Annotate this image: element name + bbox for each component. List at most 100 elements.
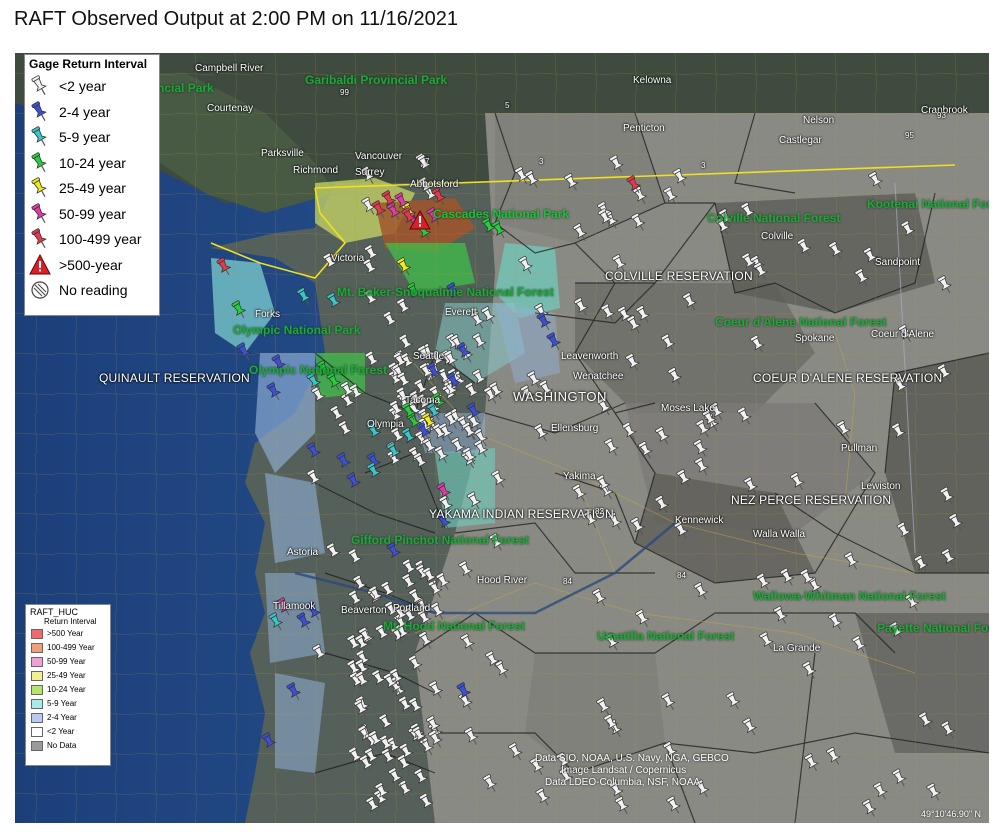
pushpin-icon[interactable] bbox=[311, 643, 329, 664]
pushpin-icon[interactable] bbox=[413, 768, 431, 789]
pushpin-icon[interactable] bbox=[614, 796, 632, 817]
pushpin-icon[interactable] bbox=[660, 333, 678, 354]
pushpin-icon[interactable] bbox=[382, 310, 400, 331]
pushpin-icon[interactable] bbox=[362, 258, 380, 279]
pushpin-icon[interactable] bbox=[371, 200, 389, 221]
pushpin-icon[interactable] bbox=[346, 472, 364, 493]
pushpin-icon[interactable] bbox=[891, 768, 909, 789]
pushpin-icon[interactable] bbox=[725, 691, 743, 712]
pushpin-icon[interactable] bbox=[471, 332, 489, 353]
pushpin-icon[interactable] bbox=[396, 257, 414, 278]
pushpin-icon[interactable] bbox=[861, 798, 879, 819]
pushpin-icon[interactable] bbox=[676, 469, 694, 490]
pushpin-icon[interactable] bbox=[917, 711, 935, 732]
pushpin-icon[interactable] bbox=[546, 332, 564, 353]
pushpin-icon[interactable] bbox=[482, 774, 500, 795]
pushpin-icon[interactable] bbox=[380, 747, 398, 768]
pushpin-icon[interactable] bbox=[851, 635, 869, 656]
pushpin-icon[interactable] bbox=[524, 170, 542, 191]
pushpin-icon[interactable] bbox=[890, 422, 908, 443]
pushpin-icon[interactable] bbox=[266, 382, 284, 403]
pushpin-icon[interactable] bbox=[629, 516, 647, 537]
pushpin-icon[interactable] bbox=[457, 560, 475, 581]
pushpin-icon[interactable] bbox=[417, 631, 435, 652]
pushpin-icon[interactable] bbox=[347, 746, 365, 767]
pushpin-icon[interactable] bbox=[216, 257, 234, 278]
pushpin-icon[interactable] bbox=[443, 349, 461, 370]
pushpin-icon[interactable] bbox=[603, 437, 621, 458]
pushpin-icon[interactable] bbox=[337, 420, 355, 441]
pushpin-icon[interactable] bbox=[635, 305, 653, 326]
pushpin-icon[interactable] bbox=[693, 457, 711, 478]
pushpin-icon[interactable] bbox=[621, 421, 639, 442]
pushpin-icon[interactable] bbox=[407, 654, 425, 675]
pushpin-icon[interactable] bbox=[336, 452, 354, 473]
pushpin-icon[interactable] bbox=[395, 297, 413, 318]
pushpin-icon[interactable] bbox=[626, 315, 644, 336]
pushpin-icon[interactable] bbox=[367, 585, 385, 606]
pushpin-icon[interactable] bbox=[940, 548, 958, 569]
pushpin-icon[interactable] bbox=[491, 220, 509, 241]
pushpin-icon[interactable] bbox=[480, 306, 498, 327]
pushpin-icon[interactable] bbox=[310, 386, 328, 407]
pushpin-icon[interactable] bbox=[325, 542, 343, 563]
pushpin-icon[interactable] bbox=[296, 612, 314, 633]
pushpin-icon[interactable] bbox=[801, 660, 819, 681]
pushpin-icon[interactable] bbox=[459, 633, 477, 654]
pushpin-icon[interactable] bbox=[261, 732, 279, 753]
pushpin-icon[interactable] bbox=[471, 368, 489, 389]
pushpin-icon[interactable] bbox=[296, 287, 314, 308]
pushpin-icon[interactable] bbox=[396, 754, 414, 775]
pushpin-icon[interactable] bbox=[600, 303, 618, 324]
pushpin-icon[interactable] bbox=[418, 792, 436, 813]
pushpin-icon[interactable] bbox=[692, 439, 710, 460]
pushpin-icon[interactable] bbox=[563, 173, 581, 194]
pushpin-icon[interactable] bbox=[896, 521, 914, 542]
pushpin-icon[interactable] bbox=[306, 442, 324, 463]
pushpin-icon[interactable] bbox=[936, 275, 954, 296]
pushpin-icon[interactable] bbox=[397, 779, 415, 800]
pushpin-icon[interactable] bbox=[749, 334, 767, 355]
pushpin-icon[interactable] bbox=[490, 469, 508, 490]
pushpin-icon[interactable] bbox=[573, 297, 591, 318]
pushpin-icon[interactable] bbox=[507, 742, 525, 763]
pushpin-icon[interactable] bbox=[660, 692, 678, 713]
pushpin-icon[interactable] bbox=[591, 588, 609, 609]
pushpin-icon[interactable] bbox=[925, 782, 943, 803]
pushpin-icon[interactable] bbox=[867, 171, 885, 192]
pushpin-icon[interactable] bbox=[536, 312, 554, 333]
pushpin-icon[interactable] bbox=[347, 548, 365, 569]
pushpin-icon[interactable] bbox=[348, 383, 366, 404]
pushpin-icon[interactable] bbox=[654, 495, 672, 516]
pushpin-icon[interactable] bbox=[667, 367, 685, 388]
pushpin-icon[interactable] bbox=[535, 787, 553, 808]
pushpin-icon[interactable] bbox=[597, 208, 615, 229]
pushpin-icon[interactable] bbox=[681, 292, 699, 313]
pushpin-icon[interactable] bbox=[624, 353, 642, 374]
pushpin-icon[interactable] bbox=[517, 255, 535, 276]
pushpin-icon[interactable] bbox=[630, 212, 648, 233]
pushpin-icon[interactable] bbox=[752, 261, 770, 282]
pushpin-icon[interactable] bbox=[843, 551, 861, 572]
pushpin-icon[interactable] bbox=[433, 445, 451, 466]
pushpin-icon[interactable] bbox=[665, 795, 683, 816]
pushpin-icon[interactable] bbox=[380, 581, 398, 602]
pushpin-icon[interactable] bbox=[835, 420, 853, 441]
pushpin-icon[interactable] bbox=[268, 612, 286, 633]
pushpin-icon[interactable] bbox=[637, 440, 655, 461]
map-canvas[interactable]: Campbell River rovincial Park Courtenay … bbox=[15, 53, 989, 823]
pushpin-icon[interactable] bbox=[803, 753, 821, 774]
pushpin-icon[interactable] bbox=[286, 682, 304, 703]
pushpin-icon[interactable] bbox=[493, 660, 511, 681]
pushpin-icon[interactable] bbox=[940, 720, 958, 741]
pushpin-icon[interactable] bbox=[572, 223, 590, 244]
pushpin-icon[interactable] bbox=[736, 406, 754, 427]
pushpin-icon[interactable] bbox=[353, 699, 371, 720]
pushpin-icon[interactable] bbox=[378, 713, 396, 734]
pushpin-icon[interactable] bbox=[872, 781, 890, 802]
pushpin-icon[interactable] bbox=[428, 680, 446, 701]
pushpin-icon[interactable] bbox=[741, 717, 759, 738]
pushpin-icon[interactable] bbox=[693, 581, 711, 602]
pushpin-icon[interactable] bbox=[900, 220, 918, 241]
pushpin-icon[interactable] bbox=[654, 426, 672, 447]
